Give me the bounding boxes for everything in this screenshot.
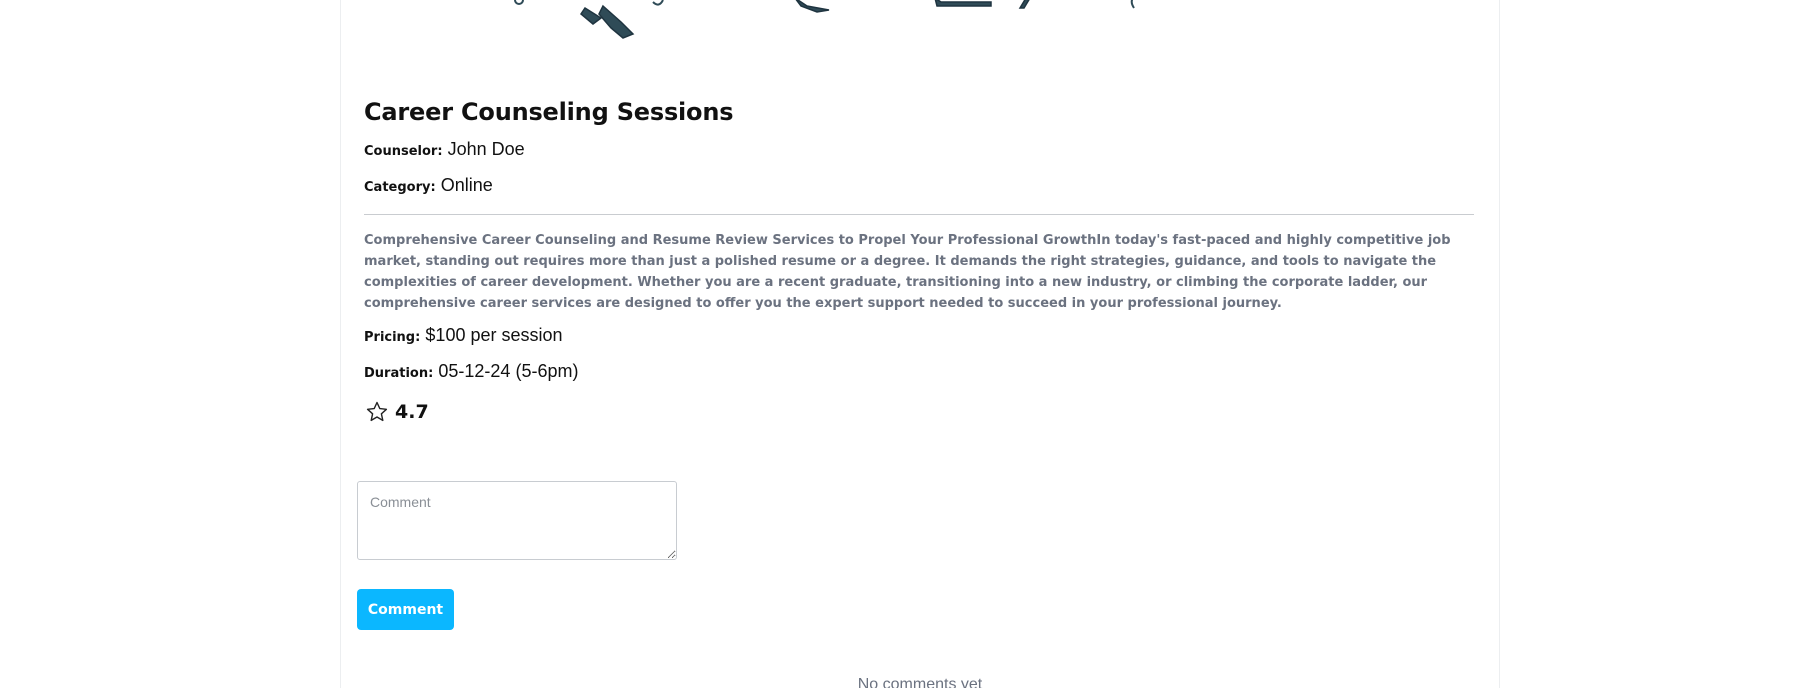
comment-input[interactable] [357,481,677,560]
service-title: Career Counseling Sessions [364,98,734,126]
category-value: Online [440,175,493,195]
counselor-name: John Doe [447,139,525,159]
comment-submit-button[interactable]: Comment [357,589,454,630]
rating: 4.7 [365,400,429,424]
star-outline-icon [366,401,388,422]
counselor-label: Counselor: [364,144,443,159]
no-comments-text: No comments yet [857,676,983,688]
divider [364,214,1474,215]
duration-label: Duration: [364,366,434,381]
rating-value: 4.7 [395,401,429,423]
service-detail-card: Career Counseling Sessions Counselor: Jo… [340,0,1500,688]
duration-row: Duration: 05-12-24 (5-6pm) [364,361,578,382]
category-label: Category: [364,180,436,195]
service-illustration [514,0,1135,39]
counselor-row: Counselor: John Doe [364,139,525,160]
pricing-label: Pricing: [364,330,421,345]
pricing-value: $100 per session [425,325,563,345]
duration-value: 05-12-24 (5-6pm) [438,361,579,381]
service-description: Comprehensive Career Counseling and Resu… [364,233,1451,311]
category-row: Category: Online [364,175,493,196]
pricing-row: Pricing: $100 per session [364,325,563,346]
page: Career Counseling Sessions Counselor: Jo… [0,0,1819,688]
